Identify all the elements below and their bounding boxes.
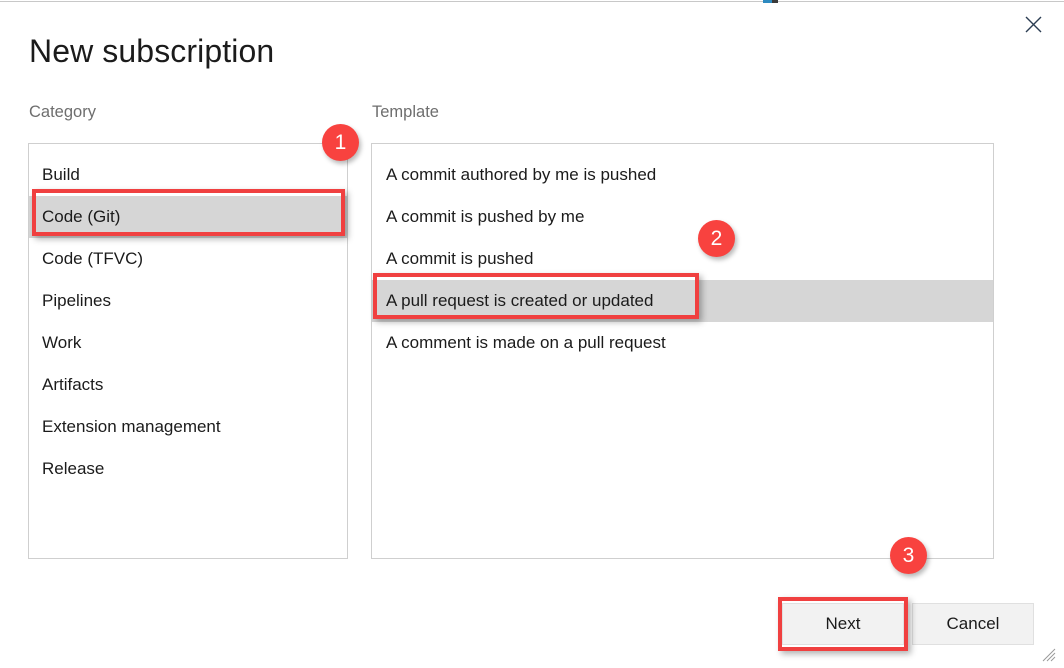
close-icon (1025, 16, 1042, 33)
template-listbox[interactable]: A commit authored by me is pushed A commi… (371, 143, 994, 559)
template-list-items: A commit authored by me is pushed A commi… (372, 144, 993, 364)
category-list-row[interactable]: Pipelines (29, 280, 347, 322)
template-list-row-label: A pull request is created or updated (386, 291, 654, 310)
category-list-row[interactable]: Code (TFVC) (29, 238, 347, 280)
background-window-divider (0, 1, 1064, 2)
resize-grip-icon[interactable] (1042, 648, 1056, 662)
category-label: Category (29, 103, 96, 121)
template-list-row[interactable]: A commit authored by me is pushed (372, 154, 993, 196)
template-list-row-label: A commit is pushed (386, 249, 534, 268)
category-list-row[interactable]: Work (29, 322, 347, 364)
template-list-row-label: A commit is pushed by me (386, 207, 585, 226)
category-list-row-label: Release (42, 459, 105, 478)
next-button[interactable]: Next (782, 603, 904, 645)
category-list-row[interactable]: Artifacts (29, 364, 347, 406)
template-list-row[interactable]: A commit is pushed (372, 238, 993, 280)
category-list-row[interactable]: Release (29, 448, 347, 490)
category-listbox[interactable]: Build Code (Git) Code (TFVC) Pipelines Work A… (28, 143, 348, 559)
template-list-row[interactable]: A pull request is created or updated (372, 280, 993, 322)
page-title: New subscription (29, 33, 275, 69)
cancel-button[interactable]: Cancel (912, 603, 1034, 645)
category-list-row[interactable]: Build (29, 154, 347, 196)
category-list-row-label: Build (42, 165, 80, 184)
category-list-row-label: Artifacts (42, 375, 104, 394)
template-list-row[interactable]: A commit is pushed by me (372, 196, 993, 238)
new-subscription-dialog: New subscription Category Template Build… (0, 3, 1064, 668)
category-list-row[interactable]: Extension management (29, 406, 347, 448)
category-list-row-label: Pipelines (42, 291, 111, 310)
close-button[interactable] (1016, 9, 1050, 39)
category-list-items: Build Code (Git) Code (TFVC) Pipelines Work A… (29, 144, 347, 490)
category-list-row-label: Code (TFVC) (42, 249, 144, 268)
template-list-row-label: A commit authored by me is pushed (386, 165, 657, 184)
template-list-row[interactable]: A comment is made on a pull request (372, 322, 993, 364)
category-list-row-label: Code (Git) (42, 207, 121, 226)
category-list-row-label: Extension management (42, 417, 221, 436)
template-list-row-label: A comment is made on a pull request (386, 333, 666, 352)
template-label: Template (372, 103, 439, 121)
category-list-row[interactable]: Code (Git) (29, 196, 347, 238)
category-list-row-label: Work (42, 333, 82, 352)
